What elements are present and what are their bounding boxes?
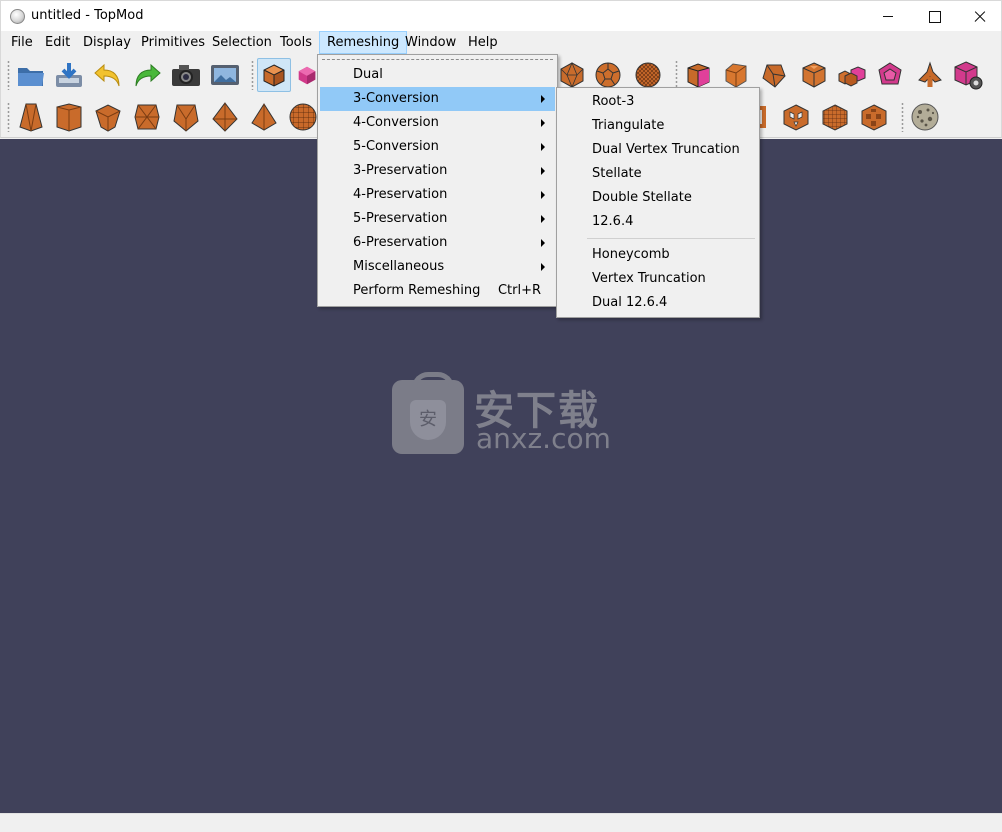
- watermark-domain: anxz.com: [476, 422, 611, 455]
- dome-cube-icon[interactable]: [52, 100, 86, 134]
- minimize-button[interactable]: [865, 1, 911, 32]
- menu-bar: File Edit Display Primitives Selection T…: [0, 31, 1002, 54]
- pyramid-icon[interactable]: [208, 100, 242, 134]
- menu-selection[interactable]: Selection: [204, 31, 280, 54]
- wedge-icon[interactable]: [91, 100, 125, 134]
- bevel-icon[interactable]: [757, 58, 791, 92]
- submenu-arrow-icon: [541, 215, 545, 223]
- toolbar-grip[interactable]: [901, 102, 904, 132]
- branch-icon[interactable]: [913, 58, 947, 92]
- menu-edit[interactable]: Edit: [37, 31, 78, 54]
- submenu-item-root-3[interactable]: Root-3: [559, 90, 757, 114]
- submenu-item-dual-12-6-4[interactable]: Dual 12.6.4: [559, 291, 757, 315]
- undo-icon[interactable]: [91, 58, 125, 92]
- stellated-cube-icon[interactable]: [130, 100, 164, 134]
- submenu-arrow-icon: [541, 95, 545, 103]
- menu-item-6-preservation[interactable]: 6-Preservation: [320, 231, 555, 255]
- open-folder-icon[interactable]: [14, 58, 48, 92]
- dodecahedron-pink-icon[interactable]: [873, 58, 907, 92]
- toolbar-grip[interactable]: [675, 60, 678, 90]
- grid-cube-icon[interactable]: [818, 100, 852, 134]
- redo-icon[interactable]: [130, 58, 164, 92]
- title-bar: untitled - TopMod: [0, 0, 1002, 31]
- status-bar: [0, 813, 1002, 832]
- menu-item-3-preservation[interactable]: 3-Preservation: [320, 159, 555, 183]
- save-icon[interactable]: [52, 58, 86, 92]
- shortcut-label: Ctrl+R: [497, 283, 541, 298]
- menu-item-5-conversion[interactable]: 5-Conversion: [320, 135, 555, 159]
- shopping-bag-icon: 安: [392, 372, 464, 454]
- mesh-sphere-icon[interactable]: [286, 100, 320, 134]
- submenu-arrow-icon: [541, 119, 545, 127]
- tetra-icon[interactable]: [247, 100, 281, 134]
- tear-off-line[interactable]: [322, 59, 553, 60]
- submenu-arrow-icon: [541, 167, 545, 175]
- toolbar-grip[interactable]: [7, 102, 10, 132]
- frustum-icon[interactable]: [14, 100, 48, 134]
- object-mode-cube-icon[interactable]: [257, 58, 291, 92]
- maximize-button[interactable]: [911, 1, 957, 32]
- submenu-arrow-icon: [541, 191, 545, 199]
- menu-item-perform-remeshing[interactable]: Perform Remeshing Ctrl+R: [320, 279, 555, 303]
- holed-cube-icon[interactable]: [779, 100, 813, 134]
- menu-display[interactable]: Display: [75, 31, 139, 54]
- submenu-arrow-icon: [541, 143, 545, 151]
- settings-cube-icon[interactable]: [951, 58, 985, 92]
- submenu-arrow-icon: [541, 263, 545, 271]
- submenu-item-12-6-4[interactable]: 12.6.4: [559, 210, 757, 234]
- menu-item-miscellaneous[interactable]: Miscellaneous: [320, 255, 555, 279]
- toolbar-grip[interactable]: [7, 60, 10, 90]
- screenshot-icon[interactable]: [208, 58, 242, 92]
- textured-sphere-icon[interactable]: [908, 100, 942, 134]
- menu-item-dual[interactable]: Dual: [320, 63, 555, 87]
- submenu-item-dual-vertex-truncation[interactable]: Dual Vertex Truncation: [559, 138, 757, 162]
- octa-icon[interactable]: [169, 100, 203, 134]
- submenu-item-triangulate[interactable]: Triangulate: [559, 114, 757, 138]
- submenu-item-honeycomb[interactable]: Honeycomb: [559, 243, 757, 267]
- menu-item-5-preservation[interactable]: 5-Preservation: [320, 207, 555, 231]
- submenu-arrow-icon: [541, 239, 545, 247]
- shield-icon: 安: [410, 400, 446, 440]
- remeshing-menu: Dual 3-Conversion 4-Conversion 5-Convers…: [317, 54, 558, 307]
- submenu-item-stellate[interactable]: Stellate: [559, 162, 757, 186]
- toolbar-grip[interactable]: [251, 60, 254, 90]
- menu-item-4-preservation[interactable]: 4-Preservation: [320, 183, 555, 207]
- menu-tools[interactable]: Tools: [272, 31, 320, 54]
- chamfer-cube-icon[interactable]: [797, 58, 831, 92]
- submenu-item-double-stellate[interactable]: Double Stellate: [559, 186, 757, 210]
- small-cubes-icon[interactable]: [835, 58, 869, 92]
- close-button[interactable]: [957, 1, 1002, 32]
- window-title: untitled - TopMod: [31, 8, 144, 23]
- menu-item-4-conversion[interactable]: 4-Conversion: [320, 111, 555, 135]
- sponge-cube-icon[interactable]: [857, 100, 891, 134]
- menu-separator: [587, 238, 755, 239]
- camera-icon[interactable]: [169, 58, 203, 92]
- menu-primitives[interactable]: Primitives: [133, 31, 213, 54]
- menu-remeshing[interactable]: Remeshing: [319, 31, 408, 54]
- submenu-item-vertex-truncation[interactable]: Vertex Truncation: [559, 267, 757, 291]
- watermark-logo: 安 安下载 anxz.com: [392, 372, 612, 456]
- menu-window[interactable]: Window: [397, 31, 464, 54]
- menu-file[interactable]: File: [3, 31, 41, 54]
- app-logo-icon: [10, 9, 25, 24]
- 3-conversion-submenu: Root-3 Triangulate Dual Vertex Truncatio…: [556, 87, 760, 318]
- menu-item-3-conversion[interactable]: 3-Conversion: [320, 87, 555, 111]
- menu-help[interactable]: Help: [460, 31, 506, 54]
